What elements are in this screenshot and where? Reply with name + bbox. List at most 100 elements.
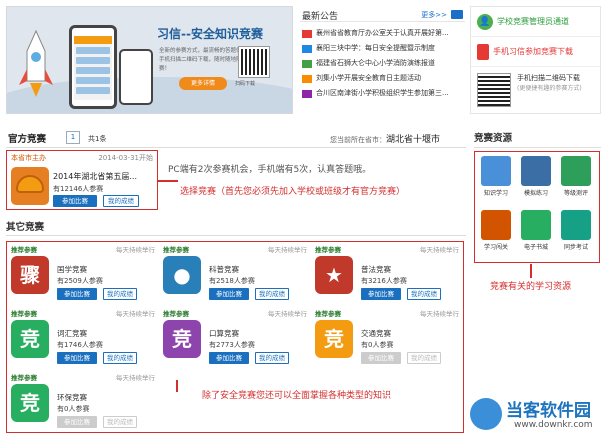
resource-icon[interactable] [521,156,551,186]
news-title: 最新公告 [302,12,339,22]
participant-count: 有0人参赛 [361,341,394,349]
scan-text: 手机扫描二维码下载 [517,74,580,82]
my-score-button[interactable]: 我的成绩 [103,352,137,364]
contest-name[interactable]: 国学竞赛 [57,264,87,275]
contest-card[interactable]: 推荐参赛 每天持续举行竞环保竞赛 有0人参赛 参加比赛 我的成绩 [7,370,157,434]
rocket-icon [19,29,53,97]
news-thumb-icon [302,89,312,98]
my-score-button[interactable]: 我的成绩 [103,288,137,300]
side-panel: 👤 学校竞赛管理员通道 手机习信参加竞赛下载 手机扫描二维码下载 (更便捷有趣的… [470,6,601,114]
divider [474,147,601,148]
participant-count: 有2509人参赛 [57,277,103,285]
news-item-text[interactable]: 襄州省省教育厅办公室关于认真开展好第... [316,26,449,41]
resource-label[interactable]: 电子书城 [519,242,553,251]
join-contest-button[interactable]: 参加比赛 [209,288,249,300]
contest-card[interactable]: 推荐参赛 每天持续举行 ★ 普法竞赛 有3216人参赛 参加比赛 我的成绩 [311,242,461,306]
resource-item[interactable]: 学习闯关 [479,210,513,258]
attempts-note: PC端有2次参赛机会，手机端有5次，认真答题哦。 [168,165,372,175]
logo-name: 当客软件园 [506,401,591,421]
banner-title: 习信--安全知识竞赛 [157,27,263,41]
resource-label[interactable]: 学习闯关 [479,242,513,251]
my-score-button[interactable]: 我的成绩 [103,416,137,428]
contest-name[interactable]: 环保竞赛 [57,392,87,403]
annotation-arrow [176,380,178,392]
my-score-button[interactable]: 我的成绩 [255,288,289,300]
contest-icon[interactable]: 竞 [163,320,201,358]
news-item[interactable]: 合川区南津街小学积极组织学生参加第三... [300,86,465,101]
contest-card[interactable]: 推荐参赛 每天持续举行骤国学竞赛 有2509人参赛 参加比赛 我的成绩 [7,242,157,306]
contest-name[interactable]: 词汇竞赛 [57,328,87,339]
resource-icon[interactable] [561,210,591,240]
contest-name[interactable]: 2014年湖北省第五届... [53,171,155,182]
contest-card[interactable]: 推荐参赛 每天持续举行竞交通竞赛 有0人参赛 参加比赛 我的成绩 [311,306,461,370]
my-score-button[interactable]: 我的成绩 [407,352,441,364]
my-score-button[interactable]: 我的成绩 [255,352,289,364]
frequency-label: 每天持续举行 [420,310,459,318]
resource-label[interactable]: 知识学习 [479,188,513,197]
phone-image [69,25,117,109]
my-score-button[interactable]: 我的成绩 [103,195,139,207]
resource-item[interactable]: 电子书城 [519,210,553,258]
join-contest-button[interactable]: 参加比赛 [209,352,249,364]
page-number-button[interactable]: 1 [66,131,80,144]
news-item[interactable]: 襄州省省教育厅办公室关于认真开展好第... [300,26,465,41]
contest-icon[interactable]: ● [163,256,201,294]
news-item[interactable]: 福建省石狮大仑中心小学消防演练报道 [300,56,465,71]
join-contest-button[interactable]: 参加比赛 [57,288,97,300]
promo-banner[interactable]: 习信--安全知识竞赛 全新的参赛方式，最流畅的答题体验！手机扫描二维码下载，随时… [6,6,293,114]
contest-card[interactable]: 推荐参赛 每天持续举行竞词汇竞赛 有1746人参赛 参加比赛 我的成绩 [7,306,157,370]
official-annotation: 选择竞赛（首先您必须先加入学校或班级才有官方竞赛） [180,187,406,197]
news-item-text[interactable]: 刘集小学开展安全教育日主题活动 [316,71,421,86]
contest-name[interactable]: 口算竞赛 [209,328,239,339]
mobile-download-link[interactable]: 手机习信参加竞赛下载 [471,37,600,67]
resource-label[interactable]: 同步考试 [559,242,593,251]
watermark-logo: 当客软件园 www.downkr.com [470,394,606,438]
my-score-button[interactable]: 我的成绩 [407,288,441,300]
resources-grid: 知识学习 模拟练习 等级测评学习闯关 电子书城 同步考试 [474,151,600,263]
contest-card[interactable]: 推荐参赛 每天持续举行竞口算竞赛 有2773人参赛 参加比赛 我的成绩 [159,306,309,370]
news-item[interactable]: 刘集小学开展安全教育日主题活动 [300,71,465,86]
join-contest-button[interactable]: 参加比赛 [361,288,401,300]
resource-item[interactable]: 模拟练习 [519,156,553,204]
safety-helmet-icon[interactable] [11,167,49,205]
resource-icon[interactable] [521,210,551,240]
contest-icon[interactable]: 竞 [11,384,49,422]
contest-icon[interactable]: ★ [315,256,353,294]
contest-name[interactable]: 普法竞赛 [361,264,391,275]
join-contest-button[interactable]: 参加比赛 [361,352,401,364]
mobile-download-label: 手机习信参加竞赛下载 [493,47,573,56]
annotation-arrow [158,180,178,182]
news-item-text[interactable]: 福建省石狮大仑中心小学消防演练报道 [316,56,435,71]
news-item[interactable]: 襄阳三块中学：每日安全提醒暨示制度 [300,41,465,56]
official-count: 共1条 [88,135,107,143]
location-value: 湖北省十堰市 [386,135,441,145]
frequency-label: 每天持续举行 [420,246,459,254]
resource-item[interactable]: 等级测评 [559,156,593,204]
contest-icon[interactable]: 竞 [315,320,353,358]
resource-label[interactable]: 模拟练习 [519,188,553,197]
news-item-text[interactable]: 襄阳三块中学：每日安全提醒暨示制度 [316,41,435,56]
news-item-text[interactable]: 合川区南津街小学积极组织学生参加第三... [316,86,449,101]
contest-card[interactable]: 推荐参赛 每天持续举行 ● 科普竞赛 有2518人参赛 参加比赛 我的成绩 [159,242,309,306]
contest-icon[interactable]: 竞 [11,320,49,358]
contest-icon[interactable]: 骤 [11,256,49,294]
resource-icon[interactable] [481,210,511,240]
banner-details-button[interactable]: 更多详情 [179,77,227,90]
resource-icon[interactable] [561,156,591,186]
frequency-label: 每天持续举行 [268,310,307,318]
join-contest-button[interactable]: 参加比赛 [53,195,97,207]
join-contest-button[interactable]: 参加比赛 [57,352,97,364]
resource-icon[interactable] [481,156,511,186]
contest-name[interactable]: 交通竞赛 [361,328,391,339]
mobile-phone-icon [477,43,489,60]
phone-image-small [119,49,153,105]
resource-item[interactable]: 知识学习 [479,156,513,204]
join-contest-button[interactable]: 参加比赛 [57,416,97,428]
resource-label[interactable]: 等级测评 [559,188,593,197]
admin-channel-link[interactable]: 👤 学校竞赛管理员通道 [471,7,600,37]
resource-item[interactable]: 同步考试 [559,210,593,258]
news-more-link[interactable]: 更多>> [421,10,447,20]
contest-name[interactable]: 科普竞赛 [209,264,239,275]
more-arrow-icon[interactable] [451,10,463,19]
official-contest-card[interactable]: 本省市主办 2014-03-31开始 2014年湖北省第五届... 有12146… [6,150,158,210]
